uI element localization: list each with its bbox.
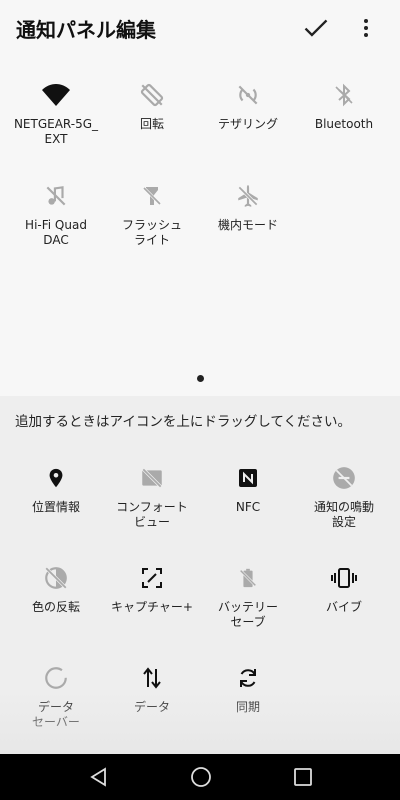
home-button[interactable] [186, 762, 216, 792]
tile-flashlight[interactable]: フラッシュ ライト [102, 176, 202, 248]
tile-label: 機内モード [217, 218, 278, 232]
tile-label: 色の反転 [31, 600, 80, 614]
tile-hotspot[interactable]: テザリング [198, 75, 298, 132]
navigation-bar [0, 754, 400, 800]
more-vert-icon [364, 19, 368, 37]
check-icon [304, 19, 328, 37]
rotate-icon [140, 83, 164, 107]
tile-label: テザリング [217, 117, 278, 131]
tile-label: コンフォート ビュー [116, 500, 188, 529]
tile-vibrate[interactable]: バイブ [294, 558, 394, 615]
tile-airplane[interactable]: 機内モード [198, 176, 298, 233]
tile-data[interactable]: データ [102, 658, 202, 715]
tile-rotate[interactable]: 回転 [102, 75, 202, 132]
hotspot-icon [238, 85, 258, 105]
airplane-icon [238, 185, 258, 207]
header: 通知パネル編集 [0, 0, 400, 56]
confirm-button[interactable] [300, 12, 332, 44]
tile-label: 位置情報 [31, 500, 80, 514]
tile-label: NETGEAR-5G_ EXT [13, 117, 99, 146]
bluetooth-icon [335, 83, 353, 107]
tile-label: 同期 [235, 700, 260, 714]
tile-label: 通知の鳴動 設定 [313, 500, 374, 529]
tile-hifi-dac[interactable]: Hi-Fi Quad DAC [6, 176, 106, 248]
recents-button[interactable] [288, 762, 318, 792]
location-icon [49, 468, 63, 488]
tile-wifi[interactable]: NETGEAR-5G_ EXT [6, 75, 106, 147]
tile-label: 回転 [139, 117, 164, 131]
tile-label: データ [133, 700, 170, 714]
data-saver-icon [45, 667, 67, 689]
color-invert-icon [45, 567, 67, 589]
vibrate-icon [331, 568, 357, 588]
tile-battery-saver[interactable]: バッテリー セーブ [198, 558, 298, 630]
tile-sync[interactable]: 同期 [198, 658, 298, 715]
home-icon [191, 767, 211, 787]
tile-bluetooth[interactable]: Bluetooth [294, 75, 394, 132]
sync-icon [240, 669, 256, 687]
tile-comfort-view[interactable]: コンフォート ビュー [102, 458, 202, 530]
notification-sound-icon [333, 467, 355, 489]
wifi-icon [42, 84, 70, 106]
tile-capture-plus[interactable]: キャプチャー+ [102, 558, 202, 615]
tile-color-invert[interactable]: 色の反転 [6, 558, 106, 615]
tile-data-saver[interactable]: データ セーバー [6, 658, 106, 730]
tile-notification-sound[interactable]: 通知の鳴動 設定 [294, 458, 394, 530]
capture-plus-icon [142, 568, 162, 588]
page-indicator [197, 375, 204, 382]
page-title: 通知パネル編集 [16, 18, 156, 42]
more-options-button[interactable] [350, 12, 382, 44]
comfort-view-icon [142, 468, 162, 488]
tile-label: NFC [235, 500, 261, 514]
tile-label: キャプチャー+ [111, 600, 193, 614]
tile-nfc[interactable]: NFC [198, 458, 298, 515]
nfc-icon [239, 469, 257, 487]
data-icon [143, 667, 161, 689]
back-icon [90, 767, 106, 787]
tile-label: Hi-Fi Quad DAC [25, 218, 87, 247]
flashlight-icon [142, 186, 162, 206]
tile-label: フラッシュ ライト [121, 218, 182, 247]
tile-label: データ セーバー [32, 700, 80, 729]
recents-icon [294, 768, 312, 786]
drag-hint: 追加するときはアイコンを上にドラッグしてください。 [15, 414, 352, 430]
tile-label: Bluetooth [314, 117, 374, 131]
battery-saver-icon [239, 568, 257, 588]
back-button[interactable] [84, 762, 114, 792]
tile-label: バッテリー セーブ [217, 600, 278, 629]
tile-location[interactable]: 位置情報 [6, 458, 106, 515]
tile-label: バイブ [325, 600, 362, 614]
hifi-dac-icon [46, 186, 66, 206]
